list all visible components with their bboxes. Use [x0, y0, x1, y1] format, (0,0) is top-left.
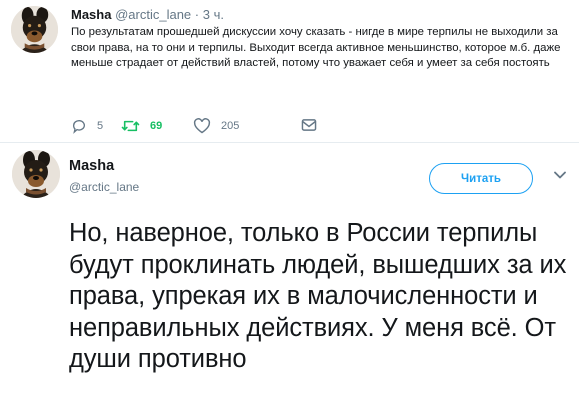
- heart-icon: [193, 118, 211, 134]
- tweet-text: По результатам прошедшей дискуссии хочу …: [71, 26, 561, 70]
- author-handle[interactable]: @arctic_lane: [115, 7, 191, 22]
- reply-button[interactable]: 5: [71, 118, 103, 134]
- divider: [0, 142, 579, 143]
- envelope-icon: [301, 118, 317, 132]
- tweet-header: Masha @arctic_lane · 3 ч.: [71, 7, 224, 23]
- separator: ·: [194, 7, 200, 22]
- timestamp[interactable]: 3 ч.: [203, 7, 224, 22]
- author-handle[interactable]: @arctic_lane: [69, 180, 139, 195]
- reply-icon: [71, 118, 87, 134]
- tweet-text: Но, наверное, только в России терпилы бу…: [69, 219, 567, 374]
- retweet-button[interactable]: 69: [121, 118, 162, 134]
- retweet-count: 69: [150, 120, 163, 132]
- chevron-down-icon[interactable]: [554, 166, 566, 184]
- retweet-icon: [121, 118, 140, 134]
- like-count: 205: [221, 120, 240, 132]
- reply-count: 5: [97, 120, 104, 132]
- author-name[interactable]: Masha: [69, 157, 114, 175]
- avatar[interactable]: [11, 6, 58, 53]
- direct-message-button[interactable]: [301, 118, 317, 132]
- follow-button[interactable]: Читать: [429, 163, 533, 194]
- avatar[interactable]: [12, 150, 60, 198]
- like-button[interactable]: 205: [193, 118, 239, 134]
- author-name[interactable]: Masha: [71, 7, 111, 22]
